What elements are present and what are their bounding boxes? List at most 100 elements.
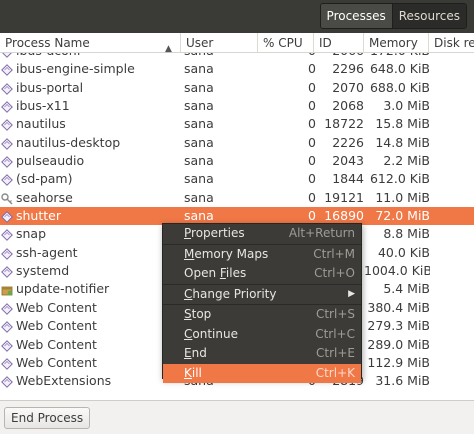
process-id: 2296 bbox=[332, 61, 364, 77]
process-user: sana bbox=[184, 171, 214, 187]
process-icon bbox=[1, 63, 13, 77]
process-name: ibus-engine-simple bbox=[16, 61, 135, 77]
package-icon bbox=[1, 283, 13, 296]
menu-item-accelerator: Ctrl+K bbox=[315, 365, 355, 380]
header-bar: Processes Resources bbox=[0, 0, 474, 33]
menu-item-continue[interactable]: Continue Ctrl+C bbox=[163, 325, 361, 345]
menu-item-label: End bbox=[184, 346, 207, 360]
process-cpu: 0 bbox=[308, 153, 316, 169]
process-icon bbox=[1, 247, 13, 260]
process-memory: 5.4 MiB bbox=[383, 281, 430, 297]
process-name: (sd-pam) bbox=[16, 171, 73, 187]
process-name: systemd bbox=[16, 263, 70, 279]
menu-item-kill[interactable]: Kill Ctrl+K bbox=[163, 363, 361, 383]
process-memory: 279.3 MiB bbox=[367, 318, 430, 334]
table-row[interactable]: pulseaudio sana 0 2043 2.2 MiB bbox=[0, 152, 474, 170]
process-memory: 112.9 MiB bbox=[367, 354, 430, 370]
process-name: ibus-portal bbox=[16, 79, 84, 95]
process-icon bbox=[1, 118, 13, 132]
process-cpu: 0 bbox=[308, 79, 316, 95]
process-memory: 1004.0 KiB bbox=[364, 263, 430, 279]
menu-item-accelerator: Ctrl+S bbox=[315, 307, 355, 321]
process-memory: 688.0 KiB bbox=[369, 79, 430, 95]
view-switcher: Processes Resources bbox=[319, 3, 467, 29]
key-icon bbox=[1, 192, 13, 205]
table-row[interactable]: ibus-x11 sana 0 2068 3.0 MiB bbox=[0, 97, 474, 115]
menu-item-label: Change Priority bbox=[184, 286, 277, 301]
process-icon bbox=[1, 357, 13, 370]
menu-item-properties[interactable]: Properties Alt+Return bbox=[163, 224, 361, 244]
menu-item-end[interactable]: End Ctrl+E bbox=[163, 344, 361, 364]
process-name: ssh-agent bbox=[16, 244, 78, 260]
column-label-process-name: Process Name bbox=[5, 36, 90, 50]
column-header-cpu[interactable]: % CPU bbox=[258, 33, 314, 53]
process-memory: 612.0 KiB bbox=[369, 171, 430, 187]
menu-item-change-priority[interactable]: Change Priority ▶ bbox=[163, 285, 361, 305]
submenu-arrow-icon: ▶ bbox=[348, 288, 355, 299]
process-name: Web Content bbox=[16, 354, 97, 370]
column-header-disk-read[interactable]: Disk re bbox=[429, 33, 474, 53]
column-header-memory[interactable]: Memory bbox=[364, 33, 429, 53]
process-user: sana bbox=[184, 79, 214, 95]
process-memory: 289.0 MiB bbox=[367, 336, 430, 352]
menu-item-label: Properties bbox=[184, 226, 245, 240]
menu-item-label: Stop bbox=[184, 307, 212, 321]
process-name: WebExtensions bbox=[16, 373, 112, 389]
process-icon bbox=[1, 100, 13, 113]
process-icon bbox=[1, 173, 13, 187]
table-row[interactable]: seahorse sana 0 19121 11.0 MiB bbox=[0, 189, 474, 207]
process-icon bbox=[1, 302, 13, 315]
process-icon bbox=[1, 228, 13, 242]
menu-item-accelerator: Alt+Return bbox=[288, 226, 355, 240]
table-row[interactable]: nautilus-desktop sana 0 2226 14.8 MiB bbox=[0, 134, 474, 152]
column-header-user[interactable]: User bbox=[181, 33, 258, 53]
process-cpu: 0 bbox=[308, 171, 316, 187]
process-memory: 15.8 MiB bbox=[375, 116, 430, 132]
process-memory: 2.2 MiB bbox=[383, 153, 430, 169]
process-memory: 380.4 MiB bbox=[367, 299, 430, 315]
process-cpu: 0 bbox=[308, 134, 316, 150]
process-cpu: 0 bbox=[308, 98, 316, 114]
process-cpu: 0 bbox=[308, 189, 316, 205]
process-icon bbox=[1, 137, 13, 150]
process-context-menu: Properties Alt+Return Memory Maps Ctrl+M Ope… bbox=[162, 223, 362, 383]
process-user: sana bbox=[184, 116, 214, 132]
sort-ascending-icon: ▲ bbox=[165, 44, 172, 54]
process-memory: 31.6 MiB bbox=[375, 373, 430, 389]
process-memory: 14.8 MiB bbox=[375, 134, 430, 150]
menu-item-stop[interactable]: Stop Ctrl+S bbox=[163, 305, 361, 325]
table-row[interactable]: nautilus sana 0 18722 15.8 MiB bbox=[0, 115, 474, 133]
column-header-id[interactable]: ID bbox=[314, 33, 364, 53]
process-id: 1844 bbox=[332, 171, 364, 187]
tab-resources[interactable]: Resources bbox=[391, 4, 466, 28]
table-header: Process Name ▲ User % CPU ID Memory Disk… bbox=[0, 33, 474, 54]
process-icon bbox=[1, 375, 13, 389]
table-row[interactable]: (sd-pam) sana 0 1844 612.0 KiB bbox=[0, 170, 474, 188]
process-id: 19121 bbox=[324, 189, 364, 205]
process-id: 2070 bbox=[332, 79, 364, 95]
menu-item-accelerator: Ctrl+E bbox=[316, 346, 355, 360]
menu-item-label: Memory Maps bbox=[184, 246, 269, 261]
table-row[interactable]: ibus-engine-simple sana 0 2296 648.0 KiB bbox=[0, 60, 474, 78]
menu-item-label: Kill bbox=[184, 365, 202, 380]
table-row[interactable]: ibus-portal sana 0 2070 688.0 KiB bbox=[0, 79, 474, 97]
process-icon bbox=[1, 265, 13, 279]
tab-processes[interactable]: Processes bbox=[320, 4, 392, 28]
process-id: 18722 bbox=[324, 116, 364, 132]
menu-item-open-files[interactable]: Open Files Ctrl+O bbox=[163, 264, 361, 284]
menu-item-accelerator: Ctrl+C bbox=[315, 326, 355, 341]
process-user: sana bbox=[184, 189, 214, 205]
column-label-memory: Memory bbox=[369, 36, 418, 50]
menu-item-memory-maps[interactable]: Memory Maps Ctrl+M bbox=[163, 245, 361, 265]
end-process-button[interactable]: End Process bbox=[4, 407, 91, 429]
process-name: Web Content bbox=[16, 299, 97, 315]
process-icon bbox=[1, 155, 13, 168]
column-label-cpu: % CPU bbox=[263, 36, 303, 50]
menu-item-label: Continue bbox=[184, 326, 238, 341]
column-header-process-name[interactable]: Process Name ▲ bbox=[0, 33, 181, 54]
process-name: nautilus bbox=[16, 116, 66, 132]
process-icon bbox=[1, 320, 13, 334]
process-name: ibus-x11 bbox=[16, 98, 70, 114]
column-label-user: User bbox=[186, 36, 214, 50]
process-user: sana bbox=[184, 61, 214, 77]
